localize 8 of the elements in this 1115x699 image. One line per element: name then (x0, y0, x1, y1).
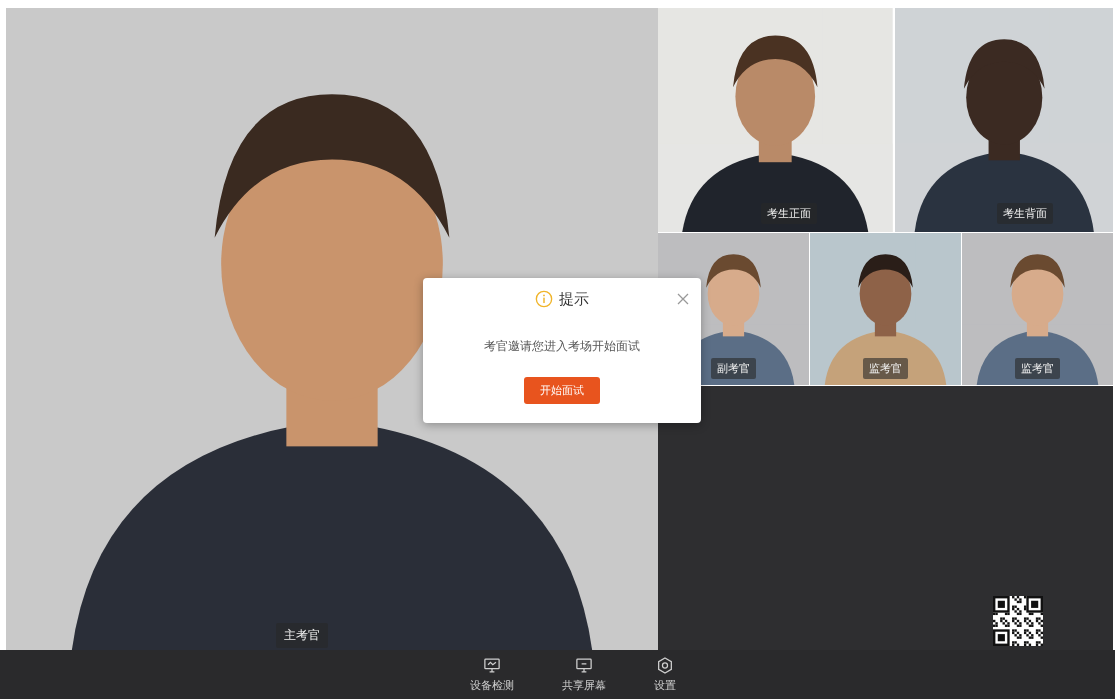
qr-code-icon (993, 596, 1043, 646)
video-label: 副考官 (711, 358, 756, 379)
toolbar-button[interactable]: 设置 (649, 650, 680, 699)
toolbar-button[interactable]: 设备检测 (465, 650, 518, 699)
close-button[interactable] (675, 291, 691, 307)
video-label: 监考官 (1015, 358, 1060, 379)
toolbar-button[interactable]: 共享屏幕 (557, 650, 610, 699)
video-label: 监考官 (863, 358, 908, 379)
